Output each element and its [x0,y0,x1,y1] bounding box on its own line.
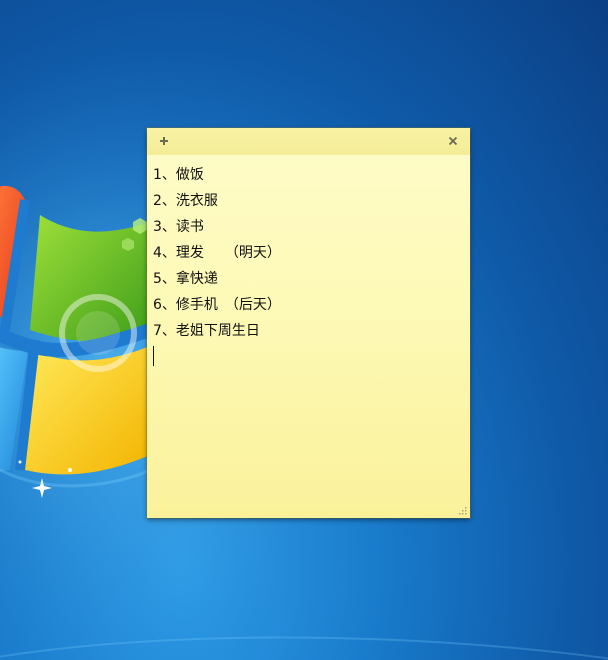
note-line: 1、做饭 [153,167,204,183]
plus-icon [160,137,168,145]
note-line: 5、拿快递 [153,271,218,287]
note-text-area[interactable]: 1、做饭 2、洗衣服 3、读书 4、理发 （明天） 5、拿快递 6、修手机 （后… [153,162,458,502]
note-line: 7、老姐下周生日 [153,323,260,339]
note-line: 2、洗衣服 [153,193,218,209]
close-icon [448,136,458,146]
text-caret [153,346,154,366]
desktop: 1、做饭 2、洗衣服 3、读书 4、理发 （明天） 5、拿快递 6、修手机 （后… [0,0,608,660]
close-note-button[interactable] [444,132,462,150]
sticky-note[interactable]: 1、做饭 2、洗衣服 3、读书 4、理发 （明天） 5、拿快递 6、修手机 （后… [147,128,470,518]
note-line: 4、理发 （明天） [153,245,281,261]
resize-grip-icon[interactable] [458,506,467,515]
note-titlebar[interactable] [147,128,470,155]
new-note-button[interactable] [155,132,173,150]
note-line: 3、读书 [153,219,204,235]
note-line: 6、修手机 （后天） [153,297,281,313]
